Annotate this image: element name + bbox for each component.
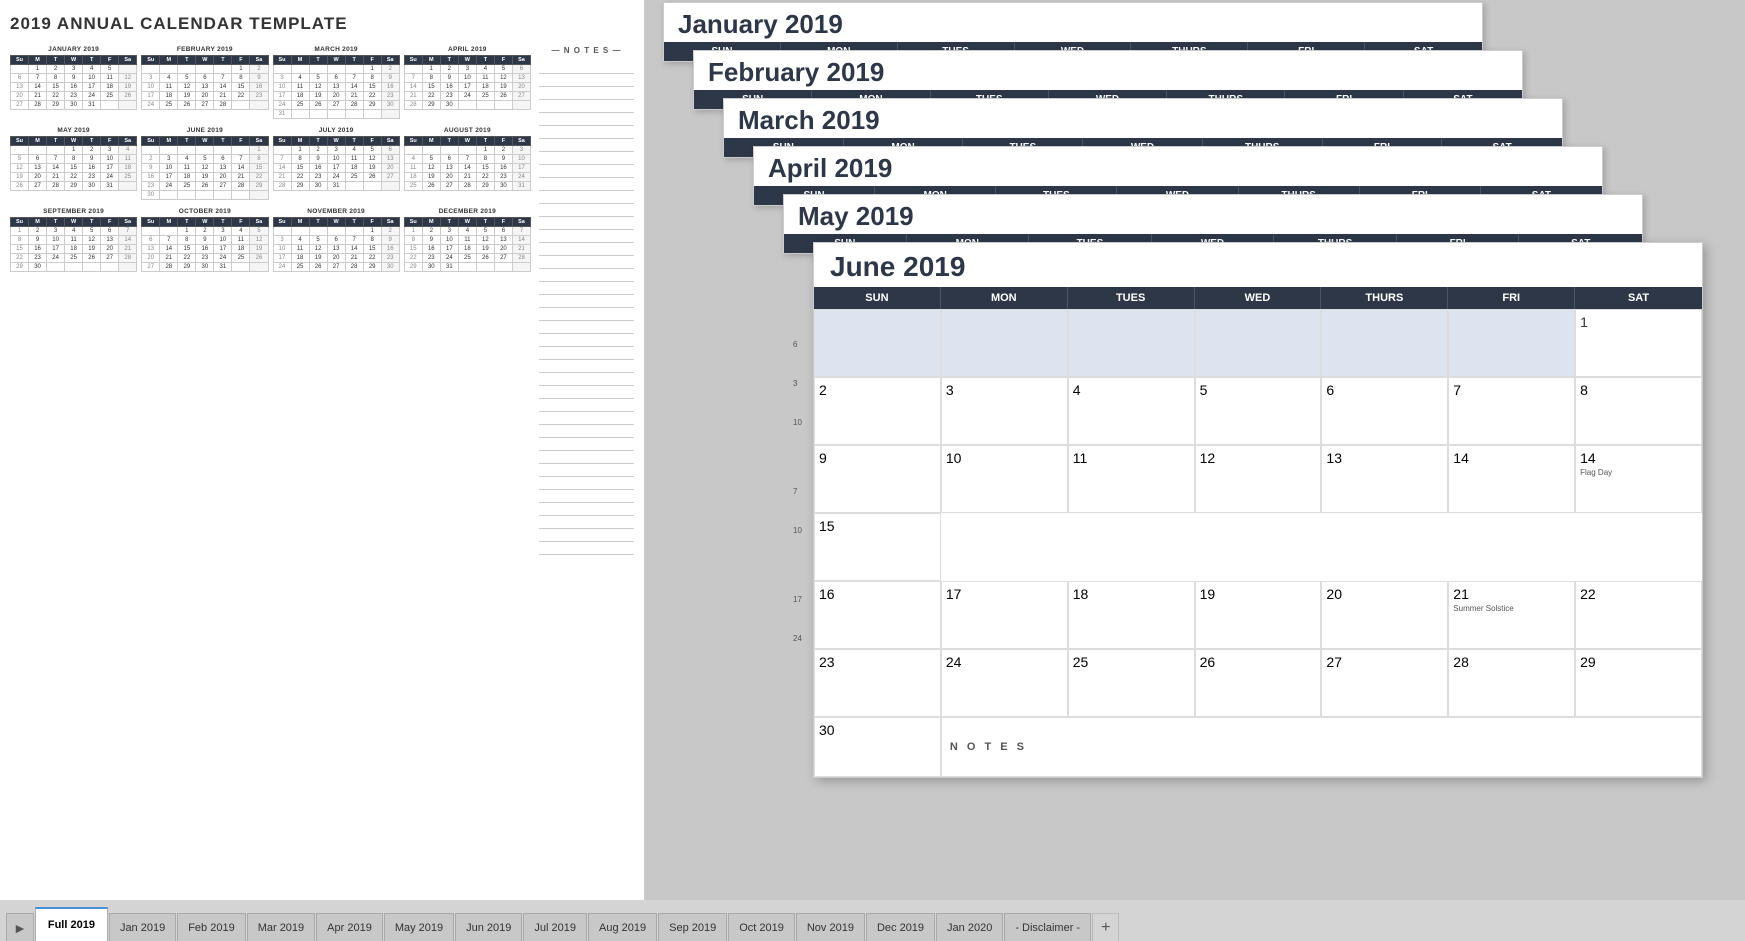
mini-calendars-section: JANUARY 2019SuMTWTFSa1234567891011121314…	[10, 46, 531, 555]
tab-jan2020[interactable]: Jan 2020	[936, 913, 1003, 941]
june-week-3: 9 10 11 12 13 14 14 Flag Day 15	[814, 445, 1702, 581]
left-panel: 2019 ANNUAL CALENDAR TEMPLATE JANUARY 20…	[0, 0, 645, 900]
tab-nov2019[interactable]: Nov 2019	[796, 913, 865, 941]
mini-cal-nov2019: NOVEMBER 2019SuMTWTFSa123456789101112131…	[273, 208, 400, 272]
mini-cal-jul2019: JULY 2019SuMTWTFSa1234567891011121314151…	[273, 127, 400, 200]
tab-jun2019[interactable]: Jun 2019	[455, 913, 522, 941]
mini-cal-feb2019: FEBRUARY 2019SuMTWTFSa123456789101112131…	[141, 46, 268, 119]
june-week-5: 23 24 25 26 27 28 29	[814, 649, 1702, 717]
june-title: June 2019	[814, 243, 1702, 287]
mini-cal-oct2019: OCTOBER 2019SuMTWTFSa1234567891011121314…	[141, 208, 268, 272]
mini-cal-aug2019: AUGUST 2019SuMTWTFSa12345678910111213141…	[404, 127, 531, 200]
tab-bar: ► Full 2019 Jan 2019 Feb 2019 Mar 2019 A…	[0, 900, 1745, 941]
tab-may2019[interactable]: May 2019	[384, 913, 454, 941]
june-card: June 2019 SUN MON TUES WED THURS FRI SAT	[813, 242, 1703, 778]
tab-dec2019[interactable]: Dec 2019	[866, 913, 935, 941]
tab-apr2019[interactable]: Apr 2019	[316, 913, 383, 941]
tab-mar2019[interactable]: Mar 2019	[247, 913, 315, 941]
tab-sep2019[interactable]: Sep 2019	[658, 913, 727, 941]
tab-icon-left[interactable]: ►	[6, 913, 34, 941]
june-week-4: 16 17 18 19 20 21 Summer Solstice 22	[814, 581, 1702, 649]
mini-cal-jan2019: JANUARY 2019SuMTWTFSa1234567891011121314…	[10, 46, 137, 119]
tab-full2019[interactable]: Full 2019	[35, 907, 108, 941]
tab-aug2019[interactable]: Aug 2019	[588, 913, 657, 941]
mini-calendar-row-2: MAY 2019SuMTWTFSa12345678910111213141516…	[10, 127, 531, 200]
mini-cal-apr2019: APRIL 2019SuMTWTFSa123456789101112131415…	[404, 46, 531, 119]
notes-section: — N O T E S —	[539, 46, 634, 555]
june-header: SUN MON TUES WED THURS FRI SAT	[814, 287, 1702, 309]
mini-cal-mar2019: MARCH 2019SuMTWTFSa123456789101112131415…	[273, 46, 400, 119]
notes-header: — N O T E S —	[539, 46, 634, 55]
mini-calendar-row-3: SEPTEMBER 2019SuMTWTFSa12345678910111213…	[10, 208, 531, 272]
notes-label: N O T E S	[950, 741, 1027, 753]
mini-calendar-row-1: JANUARY 2019SuMTWTFSa1234567891011121314…	[10, 46, 531, 119]
page-title: 2019 ANNUAL CALENDAR TEMPLATE	[10, 14, 634, 34]
tab-disclaimer[interactable]: - Disclaimer -	[1004, 913, 1091, 941]
june-week-1: 1	[814, 309, 1702, 377]
tab-add[interactable]: +	[1092, 913, 1119, 941]
feb-title: February 2019	[694, 51, 1522, 90]
mini-cal-may2019: MAY 2019SuMTWTFSa12345678910111213141516…	[10, 127, 137, 200]
tab-feb2019[interactable]: Feb 2019	[177, 913, 245, 941]
june-week-6: 30 N O T E S	[814, 717, 1702, 777]
mini-cal-sep2019: SEPTEMBER 2019SuMTWTFSa12345678910111213…	[10, 208, 137, 272]
tab-jan2019[interactable]: Jan 2019	[109, 913, 176, 941]
tab-jul2019[interactable]: Jul 2019	[523, 913, 587, 941]
side-labels: 6 3 10 7 10 17 24	[793, 340, 813, 643]
right-panel: January 2019 SUN MON TUES WED THURS FRI …	[645, 0, 1745, 900]
tab-oct2019[interactable]: Oct 2019	[728, 913, 795, 941]
mini-cal-jun2019: JUNE 2019SuMTWTFSa1234567891011121314151…	[141, 127, 268, 200]
june-week-2: 2 3 4 5 6 7 8	[814, 377, 1702, 445]
mini-cal-dec2019: DECEMBER 2019SuMTWTFSa123456789101112131…	[404, 208, 531, 272]
day-1: 1	[1580, 314, 1588, 330]
